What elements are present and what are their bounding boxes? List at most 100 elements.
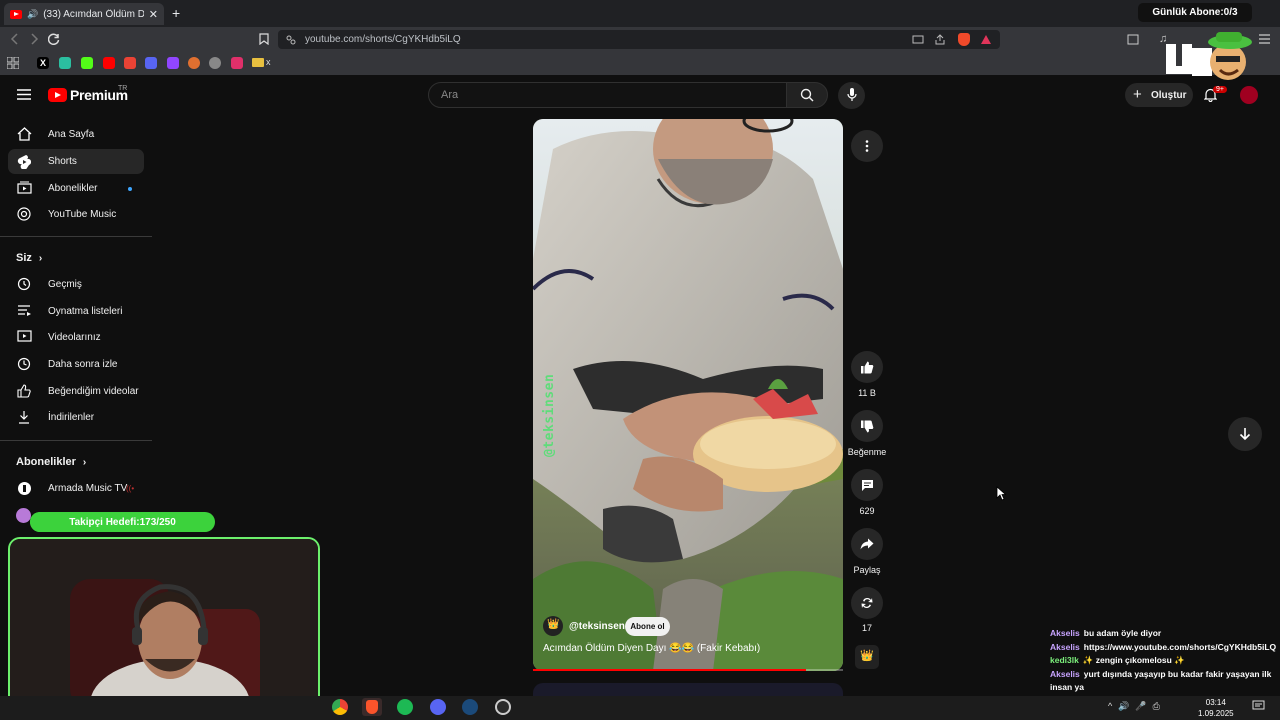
voice-search-button[interactable] — [838, 82, 865, 109]
browser-menu-icon[interactable] — [1259, 34, 1270, 44]
system-tray[interactable]: ^🔊🎤⎙ — [1108, 701, 1166, 712]
download-icon — [19, 411, 29, 424]
chat-message: Akselis yurt dışında yaşayıp bu kadar fak… — [1050, 668, 1272, 693]
x-bookmark-icon[interactable]: X — [37, 57, 49, 69]
more-options-button[interactable] — [851, 130, 883, 162]
chrome-taskbar-icon[interactable] — [332, 699, 348, 715]
dislike-button[interactable] — [851, 410, 883, 442]
sidebar-item-label: Armada Music TV — [48, 483, 128, 494]
brave-rewards-icon[interactable] — [980, 34, 992, 45]
sidebar-item-youtube-music[interactable]: YouTube Music — [8, 202, 144, 227]
bookmark-icon[interactable] — [231, 57, 243, 69]
search-input[interactable]: Ara — [428, 82, 787, 108]
crown-icon: 👑 — [547, 619, 560, 630]
like-count: 11 B — [858, 388, 876, 398]
sidebar-item-downloads[interactable]: İndirilenler — [8, 405, 144, 430]
close-tab-icon[interactable]: ✕ — [149, 8, 158, 21]
bookmark-icon[interactable] — [59, 57, 71, 69]
speaker-icon[interactable]: 🔊 — [27, 9, 38, 20]
steam-taskbar-icon[interactable] — [462, 699, 478, 715]
home-icon — [17, 127, 32, 141]
playlist-icon — [18, 305, 31, 316]
guide-menu-icon[interactable] — [17, 89, 31, 100]
address-bar[interactable]: youtube.com/shorts/CgYKHdb5iLQ — [278, 30, 1000, 49]
bookmark-page-icon[interactable] — [259, 33, 269, 45]
folder-bookmark-icon[interactable] — [252, 58, 264, 67]
share-button[interactable] — [851, 528, 883, 560]
comment-icon — [861, 479, 873, 491]
share-page-icon[interactable] — [934, 34, 946, 45]
apps-grid-icon[interactable] — [7, 57, 19, 69]
shorts-video-player[interactable] — [533, 119, 843, 671]
comment-count: 629 — [859, 506, 875, 516]
dislike-label: Beğenme — [847, 447, 887, 457]
sidebar-item-label: Ana Sayfa — [48, 129, 95, 140]
brave-taskbar-icon[interactable] — [362, 698, 382, 716]
obs-taskbar-icon[interactable] — [495, 699, 511, 715]
browser-tab[interactable]: 🔊 (33) Acımdan Öldüm Diyen D ✕ — [4, 3, 164, 25]
sidebar-item-history[interactable]: Geçmiş — [8, 272, 144, 297]
sidebar-item-label: Shorts — [48, 156, 77, 167]
taskbar-clock[interactable]: 03:14 1.09.2025 — [1198, 697, 1234, 719]
remix-count: 17 — [861, 623, 872, 633]
remix-button[interactable] — [851, 587, 883, 619]
search-button[interactable] — [786, 82, 828, 108]
subscriptions-section-heading[interactable]: Abonelikler › — [16, 456, 86, 468]
like-button[interactable] — [851, 351, 883, 383]
follower-goal-bar: Takipçi Hedefi:173/250 — [30, 512, 215, 532]
twitch-bookmark-icon[interactable] — [167, 57, 179, 69]
subscriptions-icon — [17, 181, 32, 194]
short-title[interactable]: Acımdan Öldüm Diyen Dayı 😂😂 (Fakir Kebab… — [543, 643, 760, 654]
channel-name[interactable]: @teksinsen — [569, 621, 625, 632]
new-tab-button[interactable]: + — [172, 5, 180, 21]
youtube-bookmark-icon[interactable] — [103, 57, 115, 69]
cast-icon[interactable] — [912, 35, 924, 45]
channel-avatar[interactable] — [16, 508, 31, 523]
sidebar-toggle-icon[interactable] — [1127, 34, 1139, 45]
sidebar-item-subscriptions[interactable]: Abonelikler — [8, 176, 144, 201]
search-icon — [800, 88, 814, 102]
subscribe-button[interactable]: Abone ol — [625, 617, 670, 636]
share-icon — [860, 538, 874, 550]
sidebar-item-shorts[interactable]: Shorts — [8, 149, 144, 174]
sidebar-item-your-videos[interactable]: Videolarınız — [8, 325, 144, 350]
sidebar-divider — [0, 440, 152, 441]
discord-taskbar-icon[interactable] — [430, 699, 446, 715]
folder-bookmark-label[interactable]: x — [266, 57, 271, 67]
sidebar-item-liked-videos[interactable]: Beğendiğim videolar — [8, 379, 144, 404]
webcam-feed — [10, 539, 318, 709]
chat-message: Akselis https://www.youtube.com/shorts/Cg… — [1050, 641, 1277, 652]
chevron-right-icon: › — [38, 253, 43, 264]
bookmark-icon[interactable] — [188, 57, 200, 69]
gmail-bookmark-icon[interactable] — [124, 57, 136, 69]
kick-bookmark-icon[interactable] — [81, 57, 93, 69]
youtube-logo-icon[interactable] — [48, 88, 67, 102]
next-short-button[interactable] — [1228, 417, 1262, 451]
sidebar-item-label: Abonelikler — [48, 183, 98, 194]
site-settings-icon[interactable] — [286, 35, 296, 45]
back-icon[interactable] — [10, 33, 20, 45]
channel-avatar[interactable]: 👑 — [543, 616, 563, 636]
sidebar-item-channel[interactable]: Armada Music TV ((• — [8, 476, 144, 501]
windows-taskbar — [0, 696, 1280, 720]
thumbs-down-icon — [861, 420, 874, 432]
sidebar-item-watch-later[interactable]: Daha sonra izle — [8, 352, 144, 377]
crown-icon: 👑 — [860, 650, 874, 662]
comments-button[interactable] — [851, 469, 883, 501]
sidebar-item-home[interactable]: Ana Sayfa — [8, 122, 144, 147]
reload-icon[interactable] — [48, 33, 60, 45]
brave-shield-icon[interactable] — [958, 33, 970, 46]
discord-bookmark-icon[interactable] — [145, 57, 157, 69]
sound-thumbnail[interactable]: 👑 — [855, 645, 879, 669]
notifications-icon[interactable] — [1252, 700, 1265, 712]
forward-icon[interactable] — [29, 33, 39, 45]
watch-later-icon — [17, 357, 31, 371]
bookmark-icon[interactable] — [209, 57, 221, 69]
new-content-dot — [128, 187, 132, 191]
arrow-down-icon — [1239, 428, 1251, 441]
spotify-taskbar-icon[interactable] — [397, 699, 413, 715]
you-section-heading[interactable]: Siz › — [16, 252, 42, 264]
sidebar-item-label: Videolarınız — [48, 332, 101, 343]
sidebar-item-playlists[interactable]: Oynatma listeleri — [8, 299, 144, 324]
chat-message: Akselis bu adam öyle diyor — [1050, 628, 1162, 638]
